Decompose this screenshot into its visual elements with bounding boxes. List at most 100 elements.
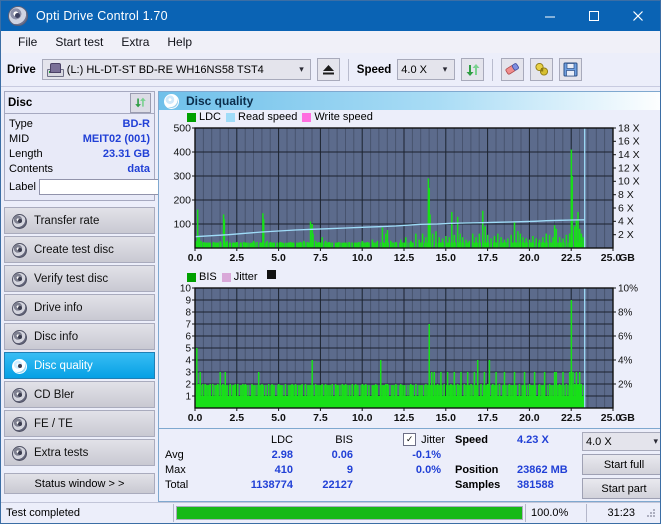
refresh-button[interactable] (461, 58, 485, 81)
toolbar-divider (492, 58, 494, 81)
menu-start-test[interactable]: Start test (46, 33, 112, 51)
svg-text:2.5: 2.5 (229, 412, 244, 424)
sidebar-item-label: Disc quality (34, 359, 93, 372)
disc-info-panel: Disc Type BD-R MID MEIT02 (001) Length 2… (4, 91, 241, 201)
window-title: Opti Drive Control 1.70 (36, 9, 168, 23)
jitter-checkbox[interactable]: ✓ (403, 433, 417, 446)
minimize-icon[interactable] (528, 1, 572, 31)
menu-file[interactable]: File (9, 33, 46, 51)
sidebar-item-cd-bler[interactable]: CD Bler (4, 381, 155, 408)
progress-bar-fill (177, 507, 522, 519)
eject-button[interactable] (316, 58, 340, 81)
sidebar-item-label: Transfer rate (34, 214, 100, 227)
maximize-icon[interactable] (572, 1, 616, 31)
status-window-button[interactable]: Status window > > (4, 473, 155, 494)
svg-text:20.0: 20.0 (519, 412, 540, 424)
sidebar-item-transfer-rate[interactable]: Transfer rate (4, 207, 155, 234)
disc-row-key: Type (9, 117, 33, 130)
svg-text:8: 8 (185, 307, 191, 318)
sidebar-item-label: Create test disc (34, 243, 114, 256)
ldc-chart: LDC Read speed Write speed 100 200 300 4… (159, 110, 660, 268)
svg-text:12 X: 12 X (618, 162, 640, 174)
stats-ldc-total: 1138774 (250, 478, 293, 491)
plug-icon (535, 62, 548, 76)
speed-label: Speed (356, 63, 392, 76)
disc-row-key: MID (9, 132, 30, 145)
erase-button[interactable] (501, 58, 525, 81)
title-bar: Opti Drive Control 1.70 (1, 1, 660, 31)
svg-text:10 X: 10 X (618, 176, 640, 188)
svg-text:6: 6 (185, 331, 191, 342)
stats-ldc-max: 410 (274, 463, 293, 476)
disc-refresh-button[interactable] (130, 92, 151, 113)
sidebar-item-extra-tests[interactable]: Extra tests (4, 439, 155, 466)
svg-text:18 X: 18 X (618, 124, 640, 134)
svg-text:22.5: 22.5 (561, 252, 582, 264)
svg-text:10.0: 10.0 (352, 412, 373, 424)
window-controls (528, 1, 660, 31)
svg-text:12.5: 12.5 (394, 252, 415, 264)
sidebar-item-fe-te[interactable]: FE / TE (4, 410, 155, 437)
sidebar-item-drive-info[interactable]: Drive info (4, 294, 155, 321)
disc-row-key: Length (9, 147, 43, 160)
speed-select[interactable]: 4.0 X ▾ (397, 59, 456, 80)
svg-text:4: 4 (185, 355, 191, 366)
speed-select-value: 4.0 X (401, 63, 427, 76)
stats-bis-max: 9 (346, 463, 353, 476)
sidebar-item-disc-info[interactable]: Disc info (4, 323, 155, 350)
svg-text:1: 1 (185, 391, 191, 402)
menu-help[interactable]: Help (158, 33, 201, 51)
sidebar-item-create-test-disc[interactable]: Create test disc (4, 236, 155, 263)
main-panel: Disc quality LDC Read speed Write speed … (158, 87, 660, 502)
status-divider (173, 504, 174, 522)
start-part-button[interactable]: Start part (582, 478, 660, 499)
ldc-chart-plot: 1002003004005002 X4 X6 X8 X10 X12 X14 X1… (173, 124, 640, 264)
fe-te-icon (11, 416, 27, 432)
disc-row-mid: MID MEIT02 (001) (9, 131, 150, 146)
svg-text:17.5: 17.5 (477, 252, 498, 264)
disc-row-length: Length 23.31 GB (9, 146, 150, 161)
svg-text:5: 5 (185, 343, 191, 354)
sidebar-item-disc-quality[interactable]: Disc quality (4, 352, 155, 379)
main-body: Disc Type BD-R MID MEIT02 (001) Length 2… (1, 87, 660, 502)
status-message: Test completed (6, 507, 80, 519)
start-full-button[interactable]: Start full (582, 454, 660, 475)
svg-text:4%: 4% (618, 355, 633, 366)
samples-label: Samples (455, 478, 501, 491)
stats-label-total: Total (165, 478, 189, 491)
left-sidebar: Disc Type BD-R MID MEIT02 (001) Length 2… (1, 87, 241, 494)
svg-text:16 X: 16 X (618, 136, 640, 148)
page-title: Disc quality (186, 94, 254, 108)
save-button[interactable] (559, 58, 583, 81)
disc-row-value: data (127, 162, 150, 175)
svg-text:5.0: 5.0 (271, 252, 286, 264)
position-label: Position (455, 463, 499, 476)
menu-bar: File Start test Extra Help (1, 31, 660, 53)
sidebar-item-label: Extra tests (34, 446, 89, 459)
drive-select[interactable]: (L:) HL-DT-ST BD-RE WH16NS58 TST4 ▾ (41, 59, 311, 80)
stats-label-max: Max (165, 463, 186, 476)
legend-item-jitter: Jitter (221, 271, 258, 283)
eraser-icon (505, 63, 520, 75)
sidebar-item-label: CD Bler (34, 388, 75, 401)
disc-verify-icon (11, 271, 27, 287)
sidebar-item-verify-test-disc[interactable]: Verify test disc (4, 265, 155, 292)
legend-item-write-speed: Write speed (302, 111, 373, 123)
close-icon[interactable] (616, 1, 660, 31)
connect-button[interactable] (530, 58, 554, 81)
svg-text:7.5: 7.5 (313, 412, 328, 424)
disc-speed-icon (11, 213, 27, 229)
stats-header-ldc: LDC (270, 433, 293, 446)
charts-area: LDC Read speed Write speed 100 200 300 4… (159, 110, 660, 428)
svg-text:0.0: 0.0 (188, 252, 203, 264)
sidebar-item-label: Disc info (34, 330, 79, 343)
legend-label: BIS (199, 271, 217, 283)
test-speed-select[interactable]: 4.0 X ▾ (582, 432, 660, 451)
svg-text:22.5: 22.5 (561, 412, 582, 424)
disc-label-row: Label (9, 177, 241, 197)
extra-tests-icon (11, 445, 27, 461)
legend-item-read-speed: Read speed (226, 111, 297, 123)
svg-text:6%: 6% (618, 331, 633, 342)
app-window: Opti Drive Control 1.70 File Start test … (0, 0, 661, 524)
menu-extra[interactable]: Extra (112, 33, 158, 51)
